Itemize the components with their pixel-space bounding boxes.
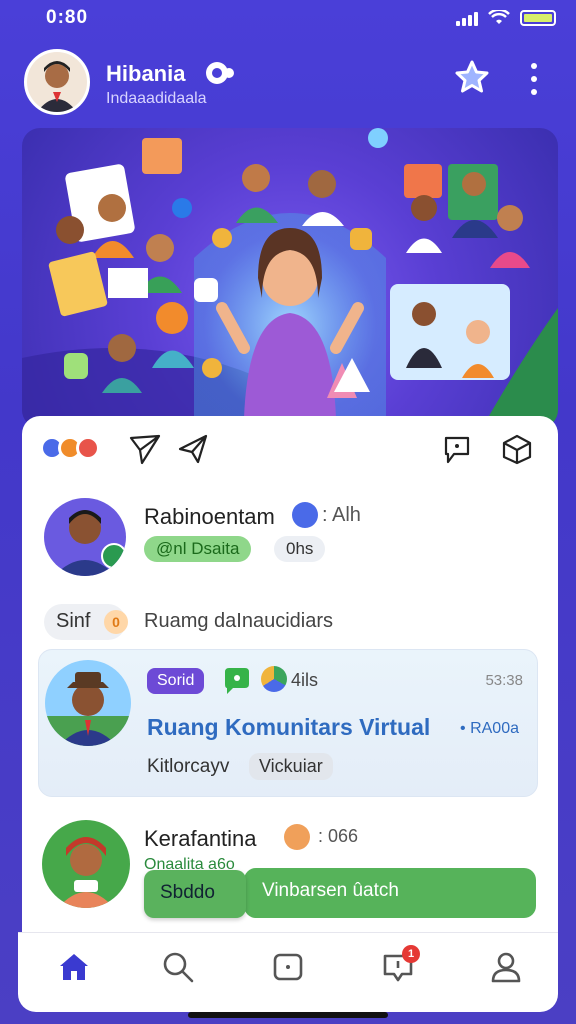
post-author-avatar[interactable] [44,498,126,576]
member-name[interactable]: Kerafantina [144,826,257,852]
comment-icon[interactable] [440,432,474,466]
status-bar: 0:80 [0,0,576,40]
member-entry-row[interactable]: Kerafantina : 066 Onaalita a6o Vinbarsen… [22,812,558,932]
status-time: 0:80 [46,7,89,28]
verified-icon [206,62,234,84]
home-indicator [188,1012,388,1018]
sinf-count-badge: 0 [104,610,128,634]
sinf-description: Ruamg daInaucidiars [144,610,333,632]
member-avatar[interactable] [42,820,130,908]
post-profile-row[interactable]: Rabinoentam : Alh @nl Dsaita 0hs Sinf 0 … [22,490,558,713]
header: Hibania Indaaadidaala [0,45,576,119]
cube-icon[interactable] [500,432,534,466]
user-avatar[interactable] [24,49,90,115]
community-code: • RA00a [460,720,519,737]
home-icon[interactable] [56,949,92,985]
hero-banner-illustration [22,128,558,428]
community-avatar [45,660,131,746]
favorite-star-icon[interactable] [452,57,492,97]
community-members-icon [261,666,287,692]
send-icon[interactable] [128,432,162,466]
post-meta: : Alh [322,504,361,526]
join-watch-button[interactable]: Vinbarsen ûatch [244,868,536,918]
chat-icon[interactable] [221,666,251,696]
member-badge-icon [284,824,310,850]
notification-badge: 1 [402,945,420,963]
community-highlight-card[interactable]: Sorid 4ils 53:38 Ruang Komunitars Virtua… [38,649,538,797]
community-subtitle: Kitlorcayv [147,756,230,777]
status-badge: @nl Dsaita [144,536,252,562]
search-icon[interactable] [160,949,196,985]
community-tag[interactable]: Sorid [147,668,205,694]
feed-card: Rabinoentam : Alh @nl Dsaita 0hs Sinf 0 … [22,416,558,956]
member-meta: : 066 [318,826,359,846]
connection-icon [292,502,318,528]
community-meta: 4ils [291,670,319,690]
card-toolbar [22,416,558,484]
time-badge: 0hs [274,536,326,562]
community-pill[interactable]: Vickuiar [249,753,333,780]
camera-icon[interactable] [270,949,306,985]
post-author-name[interactable]: Rabinoentam [144,504,275,530]
community-title[interactable]: Ruang Komunitars Virtual [147,714,430,741]
secondary-action-button[interactable]: Sbddo [144,870,246,918]
more-options-icon[interactable] [524,63,544,95]
status-icons [456,10,556,26]
app-logo-icon[interactable] [40,436,100,460]
share-icon[interactable] [176,432,210,466]
wifi-icon [488,10,510,24]
bottom-navigation: 1 [18,932,558,1012]
battery-icon [520,10,556,26]
page-subtitle: Indaaadidaala [106,90,207,107]
signal-icon [456,10,478,26]
profile-icon[interactable] [488,949,524,985]
community-time: 53:38 [485,672,523,689]
page-title: Hibania [106,61,186,86]
notifications-button[interactable]: 1 [380,945,420,985]
